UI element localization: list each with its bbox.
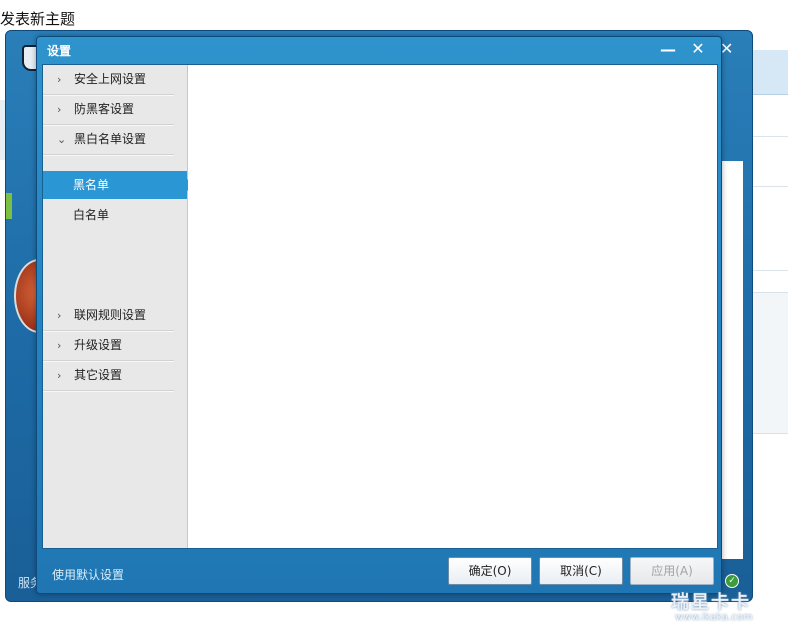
sidebar-item-label: 安全上网设置 xyxy=(74,72,147,86)
ok-button[interactable]: 确定(O) xyxy=(448,557,532,585)
dialog-close-button[interactable]: ✕ xyxy=(689,39,707,58)
sidebar-item-label: 防黑客设置 xyxy=(74,102,135,116)
chevron-right-icon: › xyxy=(57,73,62,86)
dialog-minimize-button[interactable]: — xyxy=(659,40,677,59)
watermark: 瑞星卡卡 www.ikaka.com xyxy=(657,586,781,630)
page-title: 发表新主题 xyxy=(0,10,76,28)
sidebar-subitem-label: 黑名单 xyxy=(73,178,110,192)
dialog-body: › 安全上网设置 › 防黑客设置 ⌄ 黑白名单设置 黑名单 白名单 › 联网规则… xyxy=(42,64,718,549)
sidebar-item-anti-hacker[interactable]: › 防黑客设置 xyxy=(43,95,174,125)
dialog-title: 设置 xyxy=(47,44,72,58)
sidebar-item-network-rules[interactable]: › 联网规则设置 xyxy=(43,301,174,331)
chevron-right-icon: › xyxy=(57,369,62,382)
chevron-down-icon: ⌄ xyxy=(57,133,67,146)
status-indicator xyxy=(6,193,12,219)
sidebar-subitem-blacklist[interactable]: 黑名单 xyxy=(43,171,193,199)
chevron-right-icon: › xyxy=(57,339,62,352)
restore-defaults-link[interactable]: 使用默认设置 xyxy=(52,566,124,583)
apply-button[interactable]: 应用(A) xyxy=(630,557,714,585)
sidebar-subitem-label: 白名单 xyxy=(73,208,110,222)
sidebar-item-black-white-list[interactable]: ⌄ 黑白名单设置 xyxy=(43,125,174,155)
settings-content-area xyxy=(188,65,717,548)
sidebar-item-label: 联网规则设置 xyxy=(74,308,147,322)
sidebar-subitem-whitelist[interactable]: 白名单 xyxy=(43,201,187,229)
main-window-close-button[interactable]: ✕ xyxy=(720,39,733,58)
watermark-brand: 瑞星卡卡 xyxy=(671,592,751,613)
sidebar-item-other[interactable]: › 其它设置 xyxy=(43,361,174,391)
watermark-url: www.ikaka.com xyxy=(675,612,753,623)
sidebar-item-upgrade[interactable]: › 升级设置 xyxy=(43,331,174,361)
sidebar-item-safe-browsing[interactable]: › 安全上网设置 xyxy=(43,65,174,95)
sidebar-item-label: 黑白名单设置 xyxy=(74,132,147,146)
sidebar-item-label: 其它设置 xyxy=(74,368,123,382)
cancel-button[interactable]: 取消(C) xyxy=(539,557,623,585)
chevron-right-icon: › xyxy=(57,103,62,116)
sidebar-item-label: 升级设置 xyxy=(74,338,123,352)
settings-dialog: 设置 — ✕ › 安全上网设置 › 防黑客设置 ⌄ 黑白名单设置 黑名单 白名单 xyxy=(36,36,722,594)
settings-sidebar: › 安全上网设置 › 防黑客设置 ⌄ 黑白名单设置 黑名单 白名单 › 联网规则… xyxy=(43,65,193,548)
chevron-right-icon: › xyxy=(57,309,62,322)
